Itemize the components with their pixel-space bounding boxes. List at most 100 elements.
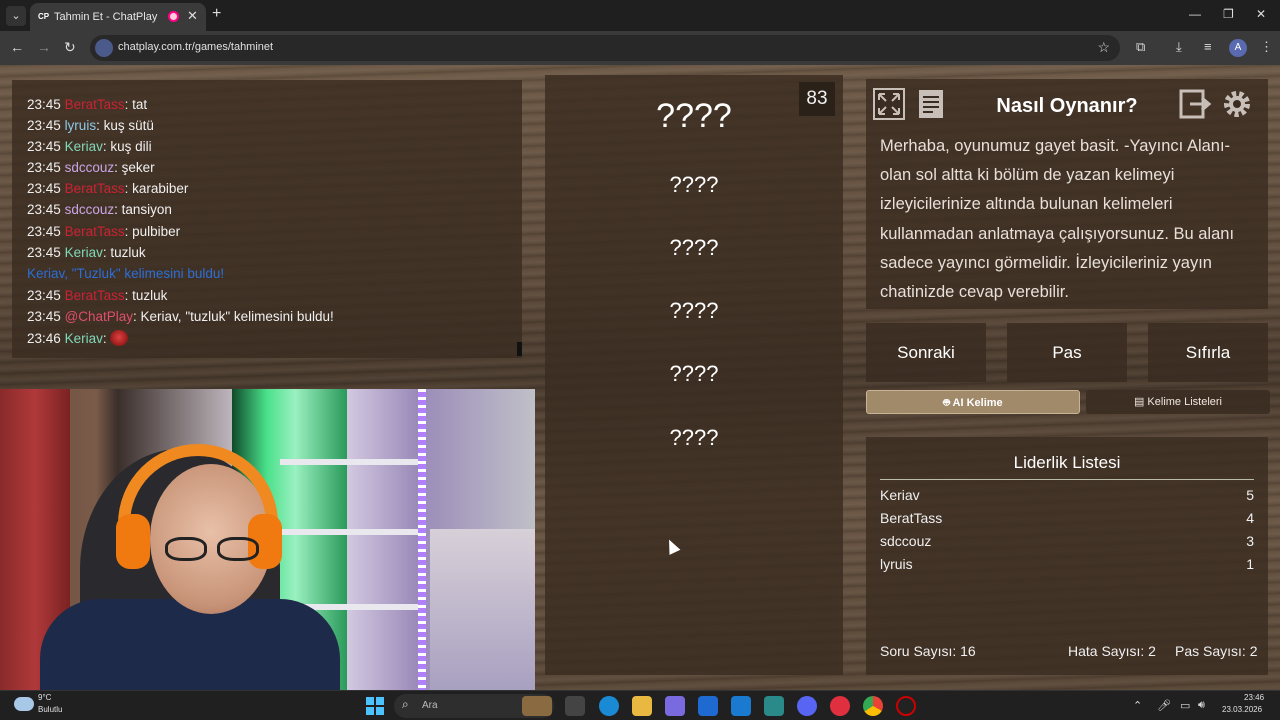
- chat-username[interactable]: sdccouz: [65, 160, 115, 175]
- reload-icon[interactable]: ↻: [64, 39, 76, 56]
- media-control-icon[interactable]: ≡: [1204, 39, 1212, 54]
- chat-username[interactable]: BeratTass: [65, 181, 125, 196]
- omnibox[interactable]: chatplay.com.tr/games/tahminet ☆: [90, 35, 1120, 61]
- error-count: Hata Sayısı: 2: [1068, 643, 1156, 659]
- edge-icon[interactable]: [599, 696, 619, 716]
- pass-button[interactable]: Pas: [1007, 323, 1127, 382]
- chat-username[interactable]: lyruis: [65, 118, 97, 133]
- tray-overflow-icon[interactable]: ⌃: [1133, 699, 1142, 712]
- weather-description[interactable]: Bulutlu: [38, 705, 62, 714]
- chat-text: : tuzluk: [102, 245, 146, 260]
- back-icon[interactable]: ←: [10, 39, 24, 55]
- windows-start-icon[interactable]: [366, 697, 384, 715]
- webcam-feed: [0, 389, 535, 690]
- word-lists-tab-label: Kelime Listeleri: [1147, 396, 1223, 408]
- chat-timestamp: 23:45: [27, 139, 61, 154]
- new-tab-icon[interactable]: +: [212, 5, 221, 23]
- chat-timestamp: 23:46: [27, 331, 61, 346]
- cam-shelf: [280, 459, 420, 465]
- opera-icon[interactable]: [830, 696, 850, 716]
- browser-tab[interactable]: CP Tahmin Et - ChatPlay ✕: [30, 3, 206, 31]
- copilot-icon[interactable]: [665, 696, 685, 716]
- search-highlight-icon[interactable]: [522, 696, 552, 716]
- chat-text: : pulbiber: [124, 224, 181, 239]
- leaderboard-score: 4: [1246, 510, 1254, 526]
- microphone-icon[interactable]: 🎤︎: [1157, 699, 1171, 712]
- outlook-icon[interactable]: [731, 696, 751, 716]
- ai-word-tab[interactable]: 🤖︎ AI Kelime: [866, 390, 1080, 414]
- recording-icon: [168, 11, 179, 22]
- exit-icon[interactable]: [1178, 87, 1212, 121]
- chat-username[interactable]: Keriav: [65, 139, 103, 154]
- chat-message: 23:45 Keriav: tuzluk: [27, 245, 146, 260]
- clock-time[interactable]: 23:46: [1244, 693, 1264, 702]
- search-icon: ⌕: [402, 697, 409, 711]
- leaderboard-row: sdccouz 3: [880, 533, 1254, 549]
- network-icon[interactable]: ▭: [1180, 699, 1190, 712]
- cam-glasses: [165, 537, 265, 561]
- round-timer: 83: [799, 82, 835, 116]
- leaderboard-title: Liderlik Listesi: [1013, 453, 1121, 472]
- file-explorer-icon[interactable]: [632, 696, 652, 716]
- discord-icon[interactable]: [797, 696, 817, 716]
- extensions-icon[interactable]: ⧉: [1136, 39, 1145, 55]
- cam-headphone-cup: [116, 514, 150, 569]
- photos-icon[interactable]: [764, 696, 784, 716]
- tab-search-chevron-icon[interactable]: ⌄: [6, 6, 26, 26]
- pass-count: Pas Sayısı: 2: [1175, 643, 1258, 659]
- forward-icon[interactable]: →: [37, 39, 51, 55]
- chat-timestamp: 23:45: [27, 181, 61, 196]
- chat-username[interactable]: @ChatPlay: [65, 309, 133, 324]
- robot-icon: 🤖︎: [943, 397, 953, 409]
- chat-text: : karabiber: [124, 181, 189, 196]
- chat-username[interactable]: BeratTass: [65, 224, 125, 239]
- word-panel: ????????????????????????: [545, 75, 843, 675]
- bookmark-star-icon[interactable]: ☆: [1097, 39, 1110, 56]
- chat-username[interactable]: BeratTass: [65, 288, 125, 303]
- leaderboard-name: BeratTass: [880, 510, 943, 526]
- store-icon[interactable]: [698, 696, 718, 716]
- cam-bed: [430, 529, 535, 690]
- task-view-icon[interactable]: [565, 696, 585, 716]
- chat-message: 23:45 sdccouz: tansiyon: [27, 202, 172, 217]
- chat-username[interactable]: BeratTass: [65, 97, 125, 112]
- chat-message: Keriav, "Tuzluk" kelimesini buldu!: [27, 266, 225, 281]
- word-lists-tab[interactable]: ▤ Kelime Listeleri: [1086, 390, 1270, 414]
- chat-text: : tansiyon: [114, 202, 172, 217]
- weather-temperature[interactable]: 9°C: [38, 693, 51, 702]
- chat-message: 23:45 BeratTass: karabiber: [27, 181, 188, 196]
- chat-username[interactable]: Keriav: [65, 245, 103, 260]
- obs-icon[interactable]: [896, 696, 916, 716]
- leaderboard-row: Keriav 5: [880, 487, 1254, 503]
- minimize-icon[interactable]: —: [1189, 7, 1201, 21]
- next-button[interactable]: Sonraki: [866, 323, 986, 382]
- cam-led-strip: [418, 389, 426, 690]
- clock-date[interactable]: 23.03.2026: [1222, 705, 1262, 714]
- chatplay-favicon: CP: [38, 12, 50, 21]
- leaderboard-panel: Liderlik Listesi Keriav 5 BeratTass 4 sdccou…: [866, 437, 1268, 675]
- chat-text: :: [102, 331, 111, 346]
- site-info-icon[interactable]: [95, 39, 113, 57]
- chat-text: : kuş dili: [102, 139, 152, 154]
- chat-timestamp: 23:45: [27, 160, 61, 175]
- profile-avatar[interactable]: A: [1229, 39, 1247, 57]
- chat-username[interactable]: Keriav: [65, 331, 103, 346]
- volume-icon[interactable]: 🔊︎: [1198, 699, 1205, 712]
- cloud-icon[interactable]: [14, 697, 34, 711]
- url-text[interactable]: chatplay.com.tr/games/tahminet: [118, 41, 273, 53]
- chat-timestamp: 23:45: [27, 224, 61, 239]
- browser-tab-bar: ⌄ CP Tahmin Et - ChatPlay ✕ + — ❐ ✕: [0, 0, 1280, 31]
- browser-menu-icon[interactable]: ⋮: [1260, 39, 1273, 55]
- chat-username[interactable]: sdccouz: [65, 202, 115, 217]
- reset-button[interactable]: Sıfırla: [1148, 323, 1268, 382]
- restore-icon[interactable]: ❐: [1223, 7, 1234, 21]
- close-tab-icon[interactable]: ✕: [187, 8, 198, 24]
- chat-scrollbar[interactable]: [517, 342, 522, 356]
- settings-gear-icon[interactable]: [1220, 87, 1254, 121]
- chrome-icon[interactable]: [863, 696, 883, 716]
- leaderboard-score: 1: [1246, 556, 1254, 572]
- downloads-icon[interactable]: ⤓: [1176, 39, 1182, 55]
- chat-message: 23:46 Keriav:: [27, 330, 129, 346]
- cam-person-body: [40, 599, 340, 690]
- window-close-icon[interactable]: ✕: [1256, 7, 1266, 21]
